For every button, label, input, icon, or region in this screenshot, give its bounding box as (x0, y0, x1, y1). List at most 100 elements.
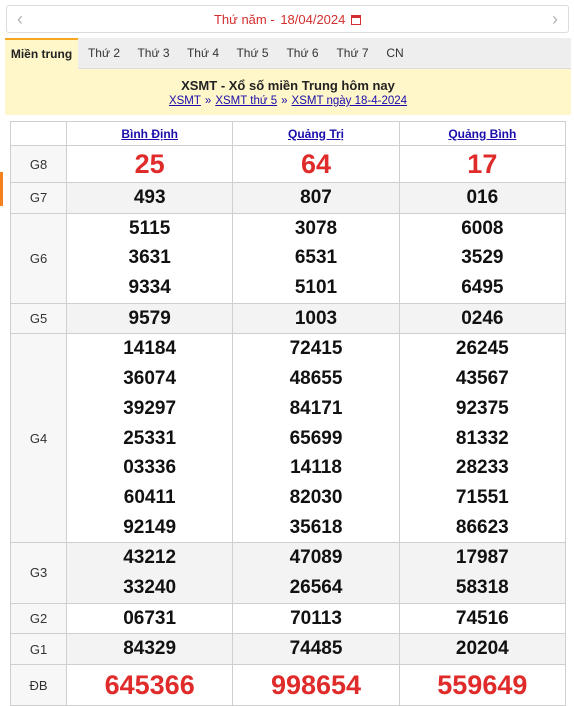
results-header: XSMT - Xổ số miền Trung hôm nay XSMT» XSM… (5, 69, 571, 115)
prize-number: 74485 (289, 638, 343, 660)
prize-label: G2 (10, 602, 67, 635)
prize-cell: 47089 26564 (232, 542, 400, 604)
prize-cell: 84329 (65, 633, 234, 665)
prize-number: 17987 (455, 547, 509, 569)
prize-cell: 559649 (398, 664, 567, 706)
prize-cell: 6008 3529 6495 (398, 212, 567, 304)
prize-cell: 5115 3631 9334 (65, 212, 234, 304)
prize-number: 06731 (123, 607, 177, 629)
breadcrumb: XSMT» XSMT thứ 5» XSMT ngày 18-4-2024 (5, 95, 571, 107)
breadcrumb-separator: » (281, 95, 288, 107)
prize-cell: 016 (398, 182, 567, 214)
prize-cell: 20204 (398, 633, 567, 665)
prize-number: 25331 (123, 427, 177, 449)
prize-cell: 645366 (65, 664, 234, 706)
prize-number: 70113 (290, 607, 342, 629)
prize-number: 48655 (289, 368, 343, 390)
prize-number: 17 (467, 149, 498, 179)
breadcrumb-xsmt-thu-5[interactable]: XSMT thứ 5 (215, 95, 277, 107)
prize-cell: 74485 (232, 633, 400, 665)
prize-label: G1 (10, 633, 67, 665)
region-tabs: Miền trung Thứ 2 Thứ 3 Thứ 4 Thứ 5 Thứ 6… (5, 38, 571, 69)
breadcrumb-xsmt[interactable]: XSMT (169, 95, 201, 107)
prize-number: 82030 (289, 486, 343, 508)
prize-cell: 43212 33240 (65, 542, 234, 604)
prize-row-g2: G2 06731 70113 74516 (10, 602, 567, 635)
prize-number: 016 (466, 187, 499, 208)
prize-cell: 72415 48655 84171 65699 14118 82030 35618 (232, 333, 400, 544)
prize-number: 92375 (455, 397, 509, 419)
prize-number: 3529 (461, 247, 504, 269)
prize-cell: 1003 (232, 302, 400, 335)
prize-row-g3: G3 43212 33240 47089 26564 17987 58318 (10, 542, 567, 604)
prize-label: G6 (10, 212, 67, 304)
prize-number: 20204 (455, 638, 509, 660)
prize-number: 35618 (289, 516, 343, 538)
prize-number: 33240 (123, 576, 177, 598)
prize-number: 03336 (123, 457, 177, 479)
prize-row-g7: G7 493 807 016 (10, 182, 567, 214)
prize-cell: 74516 (398, 602, 567, 635)
prize-number: 26564 (289, 576, 343, 598)
prize-number: 493 (133, 187, 166, 208)
tab-mien-trung[interactable]: Miền trung (5, 38, 78, 69)
weekday-label: Thứ năm - (213, 12, 275, 27)
prize-number: 807 (300, 187, 332, 208)
prize-number: 998654 (270, 670, 362, 700)
prize-cell: 14184 36074 39297 25331 03336 60411 92149 (65, 333, 234, 544)
province-binh-dinh[interactable]: Bình Định (65, 121, 234, 146)
tab-thu-5[interactable]: Thứ 5 (229, 38, 276, 69)
prize-cell: 493 (65, 182, 234, 214)
prize-number: 84171 (289, 397, 343, 419)
prize-cell: 25 (65, 145, 234, 183)
prize-number: 36074 (123, 368, 177, 390)
prize-number: 6495 (461, 277, 504, 299)
prize-number: 3078 (294, 217, 338, 239)
prize-row-đb: ĐB 645366 998654 559649 (10, 664, 567, 706)
prize-cell: 26245 43567 92375 81332 28233 71551 86623 (398, 333, 567, 544)
prize-number: 65699 (289, 427, 343, 449)
prize-cell: 3078 6531 5101 (232, 212, 400, 304)
tab-thu-3[interactable]: Thứ 3 (130, 38, 177, 69)
prize-cell: 64 (232, 145, 400, 183)
province-quang-binh[interactable]: Quảng Bình (398, 121, 567, 146)
prize-cell: 807 (232, 182, 400, 214)
prize-cell: 998654 (232, 664, 400, 706)
prize-number: 5115 (129, 217, 171, 239)
prize-rows: G8 25 64 17 G7 493 807 016 G6 5115 3631 9334 3078 653… (10, 145, 567, 706)
breadcrumb-xsmt-date[interactable]: XSMT ngày 18-4-2024 (292, 95, 408, 107)
prize-number: 92149 (123, 516, 177, 538)
prize-row-g8: G8 25 64 17 (10, 145, 567, 183)
next-day-icon[interactable]: › (552, 9, 558, 29)
calendar-icon[interactable] (351, 15, 362, 25)
prize-number: 47089 (289, 547, 343, 569)
tab-cn[interactable]: CN (379, 38, 411, 69)
prize-cell: 70113 (232, 602, 400, 635)
prize-number: 74516 (455, 607, 509, 629)
tab-thu-4[interactable]: Thứ 4 (180, 38, 226, 69)
prize-number: 559649 (437, 670, 528, 700)
prize-number: 43212 (123, 547, 177, 569)
prize-number: 5101 (294, 277, 338, 299)
prize-cell: 17 (398, 145, 567, 183)
prize-number: 84329 (123, 638, 177, 660)
tab-thu-7[interactable]: Thứ 7 (329, 38, 376, 69)
prize-number: 14118 (290, 457, 342, 479)
prize-number: 1003 (294, 307, 338, 329)
prize-label: G3 (10, 542, 67, 604)
prize-number: 28233 (455, 457, 509, 479)
tab-thu-6[interactable]: Thứ 6 (279, 38, 326, 69)
province-quang-tri[interactable]: Quảng Trị (232, 121, 400, 146)
prize-number: 25 (134, 149, 165, 179)
tab-thu-2[interactable]: Thứ 2 (81, 38, 127, 69)
prize-row-g6: G6 5115 3631 9334 3078 6531 5101 6008 3529 6495 (10, 212, 567, 304)
prize-number: 60411 (123, 486, 176, 508)
prize-number: 64 (300, 149, 332, 179)
date-display[interactable]: Thứ năm - 18/04/2024 (7, 12, 568, 27)
results-table: Bình Định Quảng Trị Quảng Bình G8 25 64 17 G… (10, 121, 567, 706)
prize-number: 645366 (104, 670, 195, 700)
prize-number: 26245 (455, 338, 509, 360)
prize-label: G5 (10, 302, 67, 335)
prize-number: 71551 (455, 486, 509, 508)
prize-number: 9334 (128, 277, 171, 299)
